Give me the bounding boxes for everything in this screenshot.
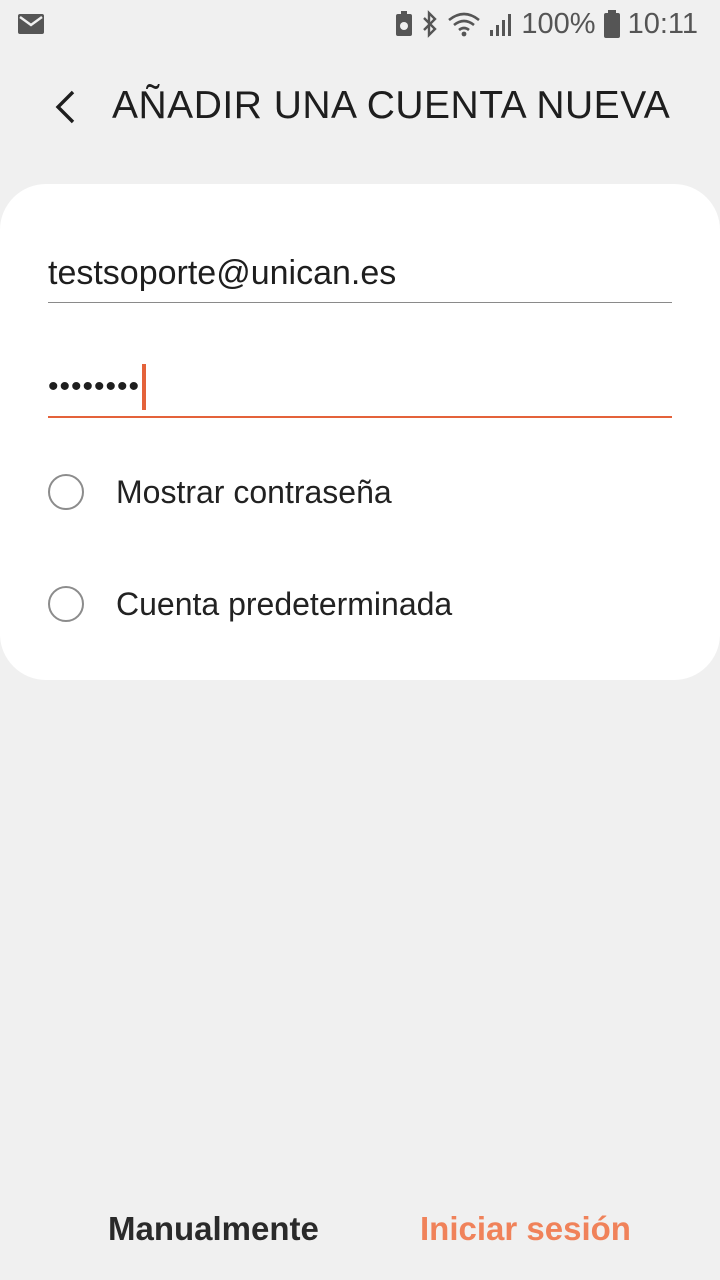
bluetooth-icon — [423, 10, 438, 38]
email-field[interactable]: testsoporte@unican.es — [48, 242, 672, 303]
show-password-label: Mostrar contraseña — [116, 473, 392, 510]
battery-saver-icon — [396, 11, 413, 36]
manual-setup-button[interactable]: Manualmente — [108, 1210, 319, 1248]
back-button[interactable] — [40, 82, 90, 132]
show-password-option[interactable]: Mostrar contraseña — [48, 470, 392, 514]
chevron-left-icon — [55, 90, 75, 124]
bottom-actions: Manualmente Iniciar sesión — [0, 1200, 720, 1270]
battery-percent: 100% — [521, 7, 596, 40]
clock: 10:11 — [627, 7, 698, 40]
wifi-icon — [448, 12, 481, 37]
text-cursor — [142, 364, 147, 410]
signal-icon — [490, 14, 512, 36]
app-header: AÑADIR UNA CUENTA NUEVA — [0, 62, 720, 152]
status-bar: 100% 10:11 — [0, 0, 720, 48]
page-title: AÑADIR UNA CUENTA NUEVA — [112, 84, 671, 127]
battery-icon — [603, 10, 620, 38]
sign-in-button[interactable]: Iniciar sesión — [420, 1210, 631, 1248]
default-account-radio[interactable] — [48, 586, 84, 622]
password-value: •••••••• — [48, 370, 141, 403]
email-value: testsoporte@unican.es — [48, 254, 397, 292]
password-field[interactable]: •••••••• — [48, 356, 672, 418]
default-account-label: Cuenta predeterminada — [116, 585, 453, 622]
default-account-option[interactable]: Cuenta predeterminada — [48, 582, 452, 626]
account-form-card: testsoporte@unican.es •••••••• Mostrar c… — [0, 184, 720, 680]
show-password-radio[interactable] — [48, 474, 84, 510]
status-icons: 100% 10:11 — [395, 6, 698, 42]
mail-icon — [18, 14, 44, 34]
